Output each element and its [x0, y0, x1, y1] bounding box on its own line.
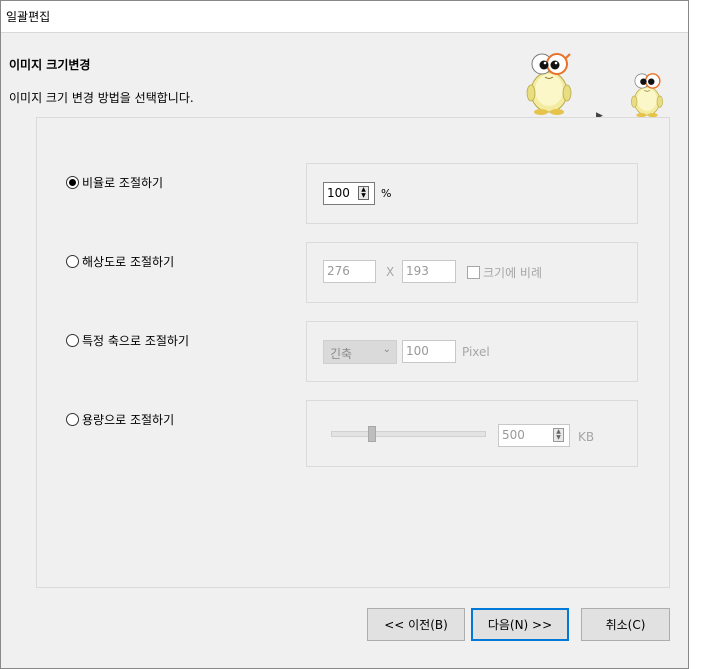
axis-select[interactable]: 긴축 ⌄ — [323, 340, 397, 364]
page-subtitle: 이미지 크기 변경 방법을 선택합니다. — [9, 91, 194, 105]
checkbox[interactable] — [467, 266, 480, 279]
filesize-spinner[interactable]: ▲ ▼ — [553, 428, 564, 442]
radio-ratio[interactable]: 비율로 조절하기 — [66, 174, 163, 191]
radio-button[interactable] — [66, 255, 79, 268]
radio-button[interactable] — [66, 176, 79, 189]
radio-resolution[interactable]: 해상도로 조절하기 — [66, 253, 174, 270]
wizard-header: 이미지 크기변경 이미지 크기 변경 방법을 선택합니다. ▶ — [1, 33, 688, 121]
ratio-spinner[interactable]: ▲ ▼ — [358, 186, 369, 200]
mascot-small-icon — [631, 73, 663, 118]
radio-filesize[interactable]: 용량으로 조절하기 — [66, 411, 174, 428]
prev-button[interactable]: << 이전(B) — [367, 608, 465, 641]
filesize-unit-label: KB — [578, 430, 595, 444]
window-title: 일괄편집 — [6, 10, 51, 24]
axis-unit-label: Pixel — [462, 345, 490, 359]
next-button[interactable]: 다음(N) >> — [471, 608, 569, 641]
radio-axis[interactable]: 특정 축으로 조절하기 — [66, 332, 189, 349]
radio-ratio-label: 비율로 조절하기 — [82, 176, 164, 190]
filesize-slider-thumb[interactable] — [367, 426, 376, 442]
radio-filesize-label: 용량으로 조절하기 — [82, 413, 175, 427]
chevron-down-icon: ⌄ — [382, 344, 391, 355]
keep-ratio-checkbox[interactable]: 크기에 비례 — [467, 264, 542, 281]
cancel-button[interactable]: 취소(C) — [581, 608, 670, 641]
ratio-unit-label: % — [381, 187, 392, 200]
axis-pixel-input[interactable]: 100 — [402, 340, 456, 363]
keep-ratio-label: 크기에 비례 — [483, 266, 543, 280]
title-bar: 일괄편집 — [1, 1, 688, 33]
resolution-width-input[interactable]: 276 — [323, 260, 376, 283]
page-title: 이미지 크기변경 — [9, 58, 91, 72]
resolution-height-input[interactable]: 193 — [402, 260, 456, 283]
batch-edit-window: 일괄편집 이미지 크기변경 이미지 크기 변경 방법을 선택합니다. ▶ 비율로… — [0, 0, 689, 669]
filesize-slider-track[interactable] — [331, 431, 486, 437]
radio-axis-label: 특정 축으로 조절하기 — [82, 334, 189, 348]
radio-button[interactable] — [66, 413, 79, 426]
radio-button[interactable] — [66, 334, 79, 347]
resolution-separator: X — [386, 265, 395, 279]
radio-resolution-label: 해상도로 조절하기 — [82, 255, 175, 269]
mascot-large-icon — [526, 53, 572, 115]
